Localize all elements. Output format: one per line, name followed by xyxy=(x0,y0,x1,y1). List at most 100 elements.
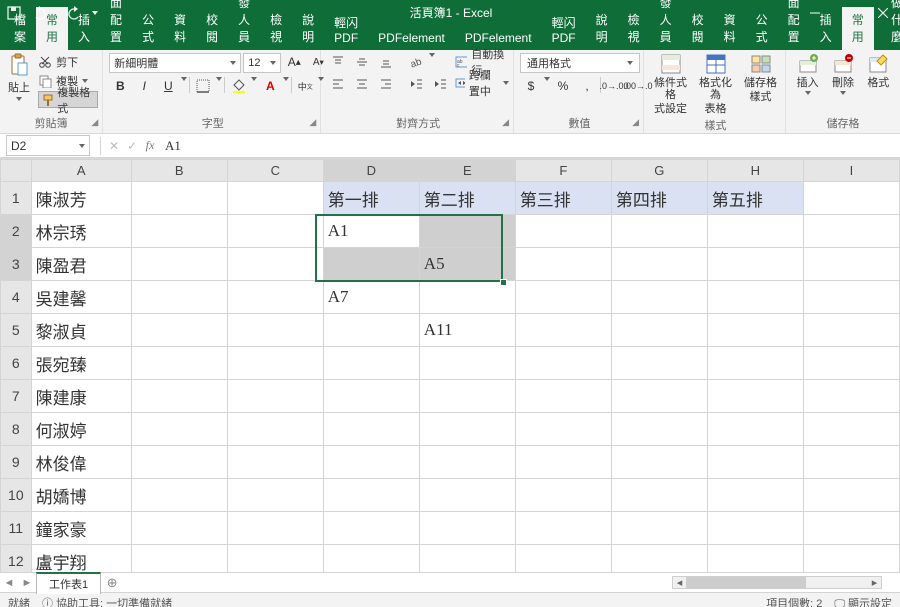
tab-常用[interactable]: 常用 xyxy=(842,7,874,50)
cell-B7[interactable] xyxy=(131,380,227,413)
col-header-E[interactable]: E xyxy=(419,160,515,182)
paste-button[interactable]: 貼上 xyxy=(4,53,34,101)
cell-B11[interactable] xyxy=(131,512,227,545)
cell-C1[interactable] xyxy=(227,182,323,215)
cell-G3[interactable] xyxy=(611,248,707,281)
cell-I1[interactable] xyxy=(803,182,899,215)
cell-D4[interactable]: A7 xyxy=(323,281,419,314)
cell-H10[interactable] xyxy=(707,479,803,512)
cell-C5[interactable] xyxy=(227,314,323,347)
worksheet-grid[interactable]: ABCDEFGHI 1陳淑芳第一排第二排第三排第四排第五排2林宗琇A13陳盈君A… xyxy=(0,158,900,572)
cell-G8[interactable] xyxy=(611,413,707,446)
cell-A12[interactable]: 盧宇翔 xyxy=(31,545,131,573)
cell-I11[interactable] xyxy=(803,512,899,545)
cell-B12[interactable] xyxy=(131,545,227,573)
save-icon[interactable] xyxy=(6,5,22,21)
number-format-combo[interactable]: 通用格式 xyxy=(520,53,640,73)
cell-C12[interactable] xyxy=(227,545,323,573)
cell-H6[interactable] xyxy=(707,347,803,380)
col-header-H[interactable]: H xyxy=(707,160,803,182)
cell-D5[interactable] xyxy=(323,314,419,347)
row-header-5[interactable]: 5 xyxy=(1,314,32,347)
tab-10[interactable]: PDFelement xyxy=(368,27,455,50)
formula-input[interactable]: A1 xyxy=(159,135,900,156)
cell-F10[interactable] xyxy=(515,479,611,512)
cell-F5[interactable] xyxy=(515,314,611,347)
cancel-button[interactable]: ✕ xyxy=(105,137,123,155)
insert-dropdown-icon[interactable] xyxy=(805,91,811,95)
cell-G10[interactable] xyxy=(611,479,707,512)
delete-dropdown-icon[interactable] xyxy=(840,91,846,95)
row-header-7[interactable]: 7 xyxy=(1,380,32,413)
orientation-dropdown-icon[interactable] xyxy=(429,53,435,71)
scroll-right-icon[interactable]: ▸ xyxy=(868,577,881,588)
cell-I3[interactable] xyxy=(803,248,899,281)
cell-G7[interactable] xyxy=(611,380,707,413)
cell-H3[interactable] xyxy=(707,248,803,281)
cut-button[interactable]: 剪下 xyxy=(38,53,98,70)
cell-E11[interactable] xyxy=(419,512,515,545)
orientation-button[interactable]: ab xyxy=(405,53,427,71)
horizontal-scrollbar[interactable]: ◂ ▸ xyxy=(672,576,882,589)
font-size-combo[interactable]: 12 xyxy=(243,53,281,73)
col-header-F[interactable]: F xyxy=(515,160,611,182)
tab-輕闪PDF[interactable]: 輕闪PDF xyxy=(542,10,586,50)
row-header-3[interactable]: 3 xyxy=(1,248,32,281)
cell-I12[interactable] xyxy=(803,545,899,573)
cell-F7[interactable] xyxy=(515,380,611,413)
align-bottom-button[interactable] xyxy=(375,53,397,71)
cell-G12[interactable] xyxy=(611,545,707,573)
cell-A1[interactable]: 陳淑芳 xyxy=(31,182,131,215)
insert-cells-button[interactable]: 插入 xyxy=(792,53,823,95)
tab-插入[interactable]: 插入 xyxy=(810,7,842,50)
tab-9[interactable]: 輕闪PDF xyxy=(324,10,368,50)
delete-cells-button[interactable]: 刪除 xyxy=(827,53,858,95)
cell-I5[interactable] xyxy=(803,314,899,347)
paste-dropdown-icon[interactable] xyxy=(16,97,22,101)
tab-檢視[interactable]: 檢視 xyxy=(618,7,650,50)
conditional-formatting-button[interactable]: 條件式格式設定 xyxy=(650,53,691,115)
align-right-button[interactable] xyxy=(375,75,397,93)
cell-F9[interactable] xyxy=(515,446,611,479)
cell-G2[interactable] xyxy=(611,215,707,248)
cell-E8[interactable] xyxy=(419,413,515,446)
cell-A11[interactable]: 鐘家豪 xyxy=(31,512,131,545)
scroll-left-icon[interactable]: ◂ xyxy=(673,577,686,588)
tab-校閱[interactable]: 校閱 xyxy=(682,7,714,50)
cell-A10[interactable]: 胡嬌博 xyxy=(31,479,131,512)
cell-D7[interactable] xyxy=(323,380,419,413)
cell-A7[interactable]: 陳建康 xyxy=(31,380,131,413)
increase-indent-button[interactable] xyxy=(429,75,451,93)
dialog-launch-clipboard[interactable]: ◢ xyxy=(91,117,98,128)
cell-G6[interactable] xyxy=(611,347,707,380)
cell-H2[interactable] xyxy=(707,215,803,248)
format-painter-button[interactable]: 複製格式 xyxy=(38,91,98,108)
cell-F1[interactable]: 第三排 xyxy=(515,182,611,215)
cell-E3[interactable]: A5 xyxy=(419,248,515,281)
cell-C2[interactable] xyxy=(227,215,323,248)
increase-decimal-button[interactable]: .0→.00 xyxy=(603,77,625,95)
border-dropdown-icon[interactable] xyxy=(216,77,222,95)
cell-B6[interactable] xyxy=(131,347,227,380)
cell-H11[interactable] xyxy=(707,512,803,545)
cell-D10[interactable] xyxy=(323,479,419,512)
cell-styles-button[interactable]: 儲存格樣式 xyxy=(740,53,781,103)
fx-button[interactable]: fx xyxy=(141,137,159,155)
cell-I10[interactable] xyxy=(803,479,899,512)
cell-H7[interactable] xyxy=(707,380,803,413)
cell-I8[interactable] xyxy=(803,413,899,446)
align-left-button[interactable] xyxy=(327,75,349,93)
merge-dropdown-icon[interactable] xyxy=(503,81,509,85)
cell-G5[interactable] xyxy=(611,314,707,347)
tab-5[interactable]: 校閱 xyxy=(196,7,228,50)
cell-C3[interactable] xyxy=(227,248,323,281)
bold-button[interactable]: B xyxy=(109,77,131,95)
cell-I2[interactable] xyxy=(803,215,899,248)
cell-E9[interactable] xyxy=(419,446,515,479)
tab-頁面配置[interactable]: 頁面配置 xyxy=(778,0,810,50)
accounting-format-button[interactable]: $ xyxy=(520,77,542,95)
phonetic-button[interactable]: 中文 xyxy=(294,77,316,95)
cell-G9[interactable] xyxy=(611,446,707,479)
cell-F11[interactable] xyxy=(515,512,611,545)
tab-公式[interactable]: 公式 xyxy=(746,7,778,50)
